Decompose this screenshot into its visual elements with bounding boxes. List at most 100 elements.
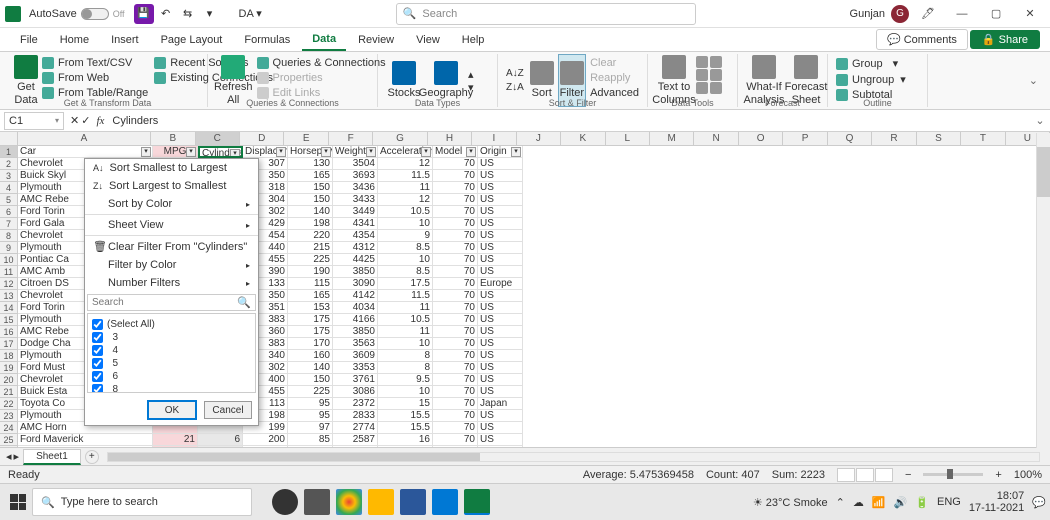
- col-header-R[interactable]: R: [872, 132, 916, 145]
- col-header-F[interactable]: F: [329, 132, 373, 145]
- row-header-24[interactable]: 24: [0, 422, 18, 434]
- col-header-B[interactable]: B: [151, 132, 195, 145]
- col-header-J[interactable]: J: [517, 132, 561, 145]
- data-cell[interactable]: US: [478, 170, 523, 182]
- data-cell[interactable]: US: [478, 290, 523, 302]
- data-cell[interactable]: 8.5: [378, 266, 433, 278]
- tab-page-layout[interactable]: Page Layout: [151, 30, 233, 50]
- data-cell[interactable]: 198: [288, 218, 333, 230]
- col-header-K[interactable]: K: [561, 132, 605, 145]
- header-cell[interactable]: Acceleration▾: [378, 146, 433, 158]
- collapse-ribbon[interactable]: ⌄: [1025, 54, 1042, 107]
- row-header-18[interactable]: 18: [0, 350, 18, 362]
- data-cell[interactable]: 70: [433, 242, 478, 254]
- tab-review[interactable]: Review: [348, 30, 404, 50]
- data-cell[interactable]: US: [478, 218, 523, 230]
- ungroup[interactable]: Ungroup▾: [834, 72, 908, 87]
- group[interactable]: Group▾: [834, 56, 908, 71]
- row-header-19[interactable]: 19: [0, 362, 18, 374]
- data-cell[interactable]: 70: [433, 182, 478, 194]
- data-cell[interactable]: 225: [288, 254, 333, 266]
- data-cell[interactable]: 3436: [333, 182, 378, 194]
- data-cell[interactable]: 70: [433, 446, 478, 447]
- col-header-O[interactable]: O: [739, 132, 783, 145]
- data-cell[interactable]: 150: [288, 182, 333, 194]
- data-cell[interactable]: 17.5: [378, 278, 433, 290]
- data-cell[interactable]: US: [478, 254, 523, 266]
- properties[interactable]: Properties: [255, 71, 388, 85]
- data-cell[interactable]: 10: [378, 254, 433, 266]
- col-header-Q[interactable]: Q: [828, 132, 872, 145]
- sheet-prev[interactable]: ◂: [6, 450, 12, 463]
- data-cell[interactable]: US: [478, 422, 523, 434]
- data-cell[interactable]: 70: [433, 314, 478, 326]
- row-header-6[interactable]: 6: [0, 206, 18, 218]
- view-layout[interactable]: [856, 468, 874, 482]
- data-cell[interactable]: 3563: [333, 338, 378, 350]
- tab-file[interactable]: File: [10, 30, 48, 50]
- data-cell[interactable]: 70: [433, 362, 478, 374]
- data-cell[interactable]: 10.5: [378, 314, 433, 326]
- row-header-4[interactable]: 4: [0, 182, 18, 194]
- data-cell[interactable]: 70: [433, 434, 478, 446]
- data-cell[interactable]: 10: [378, 218, 433, 230]
- data-cell[interactable]: 70: [433, 422, 478, 434]
- cortana-icon[interactable]: [272, 489, 298, 515]
- data-cell[interactable]: 11: [378, 302, 433, 314]
- data-cell[interactable]: 95: [288, 410, 333, 422]
- row-header-17[interactable]: 17: [0, 338, 18, 350]
- data-cell[interactable]: US: [478, 362, 523, 374]
- data-cell[interactable]: 3353: [333, 362, 378, 374]
- autosave-toggle[interactable]: [81, 8, 109, 20]
- filter-arrow[interactable]: ▾: [366, 147, 376, 157]
- expand-formula[interactable]: ⌄: [1030, 114, 1050, 127]
- data-cell[interactable]: 70: [433, 326, 478, 338]
- data-cell[interactable]: 10.5: [378, 206, 433, 218]
- comments-button[interactable]: 💬 Comments: [876, 29, 968, 50]
- data-cell[interactable]: US: [478, 410, 523, 422]
- data-cell[interactable]: US: [478, 326, 523, 338]
- horizontal-scrollbar[interactable]: [107, 452, 1040, 462]
- filter-checkbox[interactable]: (Select All): [92, 318, 251, 331]
- data-cell[interactable]: 15.5: [378, 410, 433, 422]
- data-cell[interactable]: 115: [288, 278, 333, 290]
- qat-customize[interactable]: ▾: [200, 4, 220, 24]
- data-cell[interactable]: 70: [433, 302, 478, 314]
- tray-notifications[interactable]: 💬: [1032, 496, 1046, 509]
- data-cell[interactable]: 95: [288, 398, 333, 410]
- tray-battery[interactable]: 🔋: [915, 496, 929, 509]
- data-cell[interactable]: 14.5: [378, 446, 433, 447]
- data-cell[interactable]: 8: [378, 350, 433, 362]
- data-cell[interactable]: 70: [433, 290, 478, 302]
- tray-clock[interactable]: 18:0717-11-2021: [969, 490, 1024, 514]
- data-cell[interactable]: US: [478, 182, 523, 194]
- store-icon[interactable]: [432, 489, 458, 515]
- formula-bar[interactable]: Cylinders: [108, 115, 1030, 127]
- sheet-next[interactable]: ▸: [14, 450, 20, 463]
- col-header-T[interactable]: T: [961, 132, 1005, 145]
- data-cell[interactable]: 2774: [333, 422, 378, 434]
- data-cell[interactable]: 2130: [333, 446, 378, 447]
- zoom-in[interactable]: +: [995, 469, 1001, 481]
- data-cell[interactable]: 4425: [333, 254, 378, 266]
- col-header-H[interactable]: H: [428, 132, 472, 145]
- data-cell[interactable]: 12: [378, 194, 433, 206]
- data-cell[interactable]: 3850: [333, 326, 378, 338]
- header-cell[interactable]: Displacement▾: [243, 146, 288, 158]
- row-header-7[interactable]: 7: [0, 218, 18, 230]
- data-cell[interactable]: US: [478, 338, 523, 350]
- data-cell[interactable]: 70: [433, 170, 478, 182]
- data-cell[interactable]: US: [478, 206, 523, 218]
- col-header-A[interactable]: A: [18, 132, 151, 145]
- share-button[interactable]: 🔒 Share: [970, 30, 1040, 49]
- data-cell[interactable]: 165: [288, 170, 333, 182]
- data-cell[interactable]: 4166: [333, 314, 378, 326]
- sort-desc[interactable]: Z↓Sort Largest to Smallest: [85, 177, 258, 195]
- filter-checkbox[interactable]: 6: [92, 370, 251, 383]
- name-box[interactable]: C1▾: [4, 112, 64, 130]
- data-cell[interactable]: 4142: [333, 290, 378, 302]
- data-cell[interactable]: Japan: [478, 398, 523, 410]
- data-cell[interactable]: 2833: [333, 410, 378, 422]
- data-cell[interactable]: 150: [288, 374, 333, 386]
- data-cell[interactable]: US: [478, 158, 523, 170]
